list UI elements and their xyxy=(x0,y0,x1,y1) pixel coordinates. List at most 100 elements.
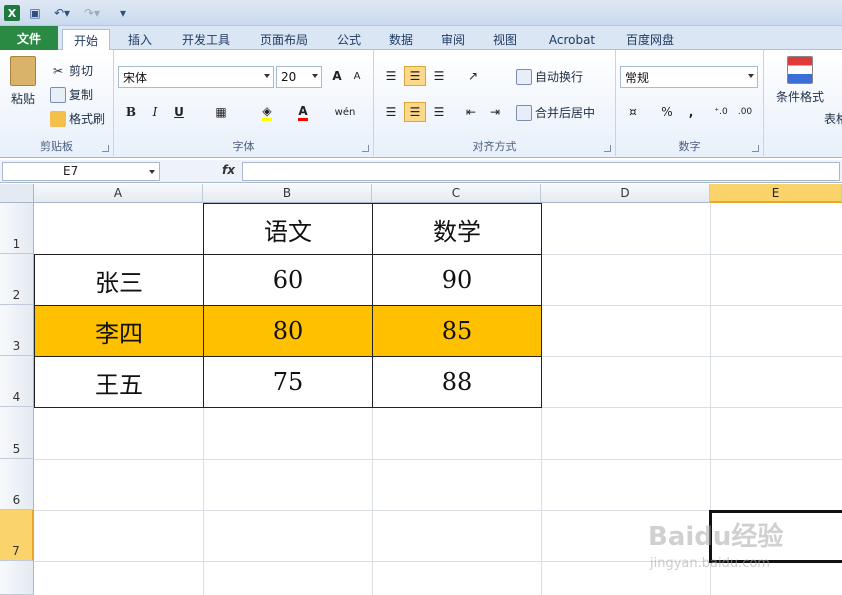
baidu-watermark: Baidu经验 xyxy=(648,522,784,552)
formula-bar: E7 fx xyxy=(0,160,842,183)
row-header-4[interactable]: 4 xyxy=(0,356,34,407)
column-header-b[interactable]: B xyxy=(203,184,372,203)
cell-c2[interactable]: 90 xyxy=(373,255,542,306)
increase-decimal-icon: ⁺.0 xyxy=(714,107,728,117)
paste-label: 粘贴 xyxy=(10,92,35,106)
comma-button[interactable]: , xyxy=(680,102,702,122)
cell-b4[interactable]: 75 xyxy=(204,357,373,408)
copy-button[interactable]: 复制 xyxy=(50,86,93,103)
tab-developer[interactable]: 开发工具 xyxy=(170,29,242,50)
number-group-label: 数字 xyxy=(678,140,701,153)
tab-review[interactable]: 审阅 xyxy=(430,29,476,50)
increase-decimal-button[interactable]: ⁺.0 xyxy=(710,102,732,122)
redo-icon[interactable]: ↷▾ xyxy=(80,4,104,22)
row-header-7[interactable]: 7 xyxy=(0,510,34,561)
cell-c4[interactable]: 88 xyxy=(373,357,542,408)
cell-b3[interactable]: 80 xyxy=(204,306,373,357)
column-header-a[interactable]: A xyxy=(34,184,203,203)
tab-formulas[interactable]: 公式 xyxy=(326,29,372,50)
grow-font-button[interactable]: A xyxy=(326,66,348,86)
increase-indent-button[interactable]: ⇥ xyxy=(484,102,506,122)
paste-icon xyxy=(10,56,36,86)
select-all-corner[interactable] xyxy=(0,184,34,203)
cell-a2[interactable]: 张三 xyxy=(35,255,204,306)
row-header-2[interactable]: 2 xyxy=(0,254,34,305)
cell-b2[interactable]: 60 xyxy=(204,255,373,306)
tab-file[interactable]: 文件 xyxy=(0,26,58,50)
brush-icon xyxy=(50,110,66,127)
align-top-button[interactable]: ☰ xyxy=(380,66,402,86)
column-header-c[interactable]: C xyxy=(372,184,541,203)
font-name-select[interactable]: 宋体 xyxy=(118,66,274,88)
orientation-icon: ↗ xyxy=(467,69,479,83)
insert-function-icon[interactable]: fx xyxy=(222,163,235,177)
font-size-select[interactable]: 20 xyxy=(276,66,322,88)
copy-icon xyxy=(50,86,66,103)
tab-acrobat[interactable]: Acrobat xyxy=(536,29,608,50)
number-format-select[interactable]: 常规 xyxy=(620,66,758,88)
border-button[interactable]: ▦ xyxy=(210,102,232,122)
tab-data[interactable]: 数据 xyxy=(378,29,424,50)
bold-button[interactable]: B xyxy=(120,102,142,122)
border-icon: ▦ xyxy=(215,105,227,119)
tab-insert[interactable]: 插入 xyxy=(116,29,164,50)
name-box[interactable]: E7 xyxy=(2,162,160,181)
table-format-button[interactable]: 表格 xyxy=(824,110,842,127)
percent-button[interactable]: % xyxy=(656,102,678,122)
italic-button[interactable]: I xyxy=(144,102,166,122)
format-painter-button[interactable]: 格式刷 xyxy=(50,110,105,127)
decrease-decimal-button[interactable]: .00 xyxy=(734,102,756,122)
customize-qa-icon[interactable]: ▾ xyxy=(116,4,130,22)
row-header-8[interactable] xyxy=(0,561,34,595)
align-center-button[interactable]: ☰ xyxy=(404,102,426,122)
row-header-6[interactable]: 6 xyxy=(0,459,34,510)
column-header-e[interactable]: E xyxy=(710,184,842,203)
conditional-format-button[interactable]: 条件格式 xyxy=(770,56,830,105)
alignment-group-label: 对齐方式 xyxy=(472,140,517,153)
row-header-5[interactable]: 5 xyxy=(0,407,34,459)
conditional-format-icon xyxy=(787,56,813,84)
tab-baidu-netdisk[interactable]: 百度网盘 xyxy=(614,29,686,50)
cell-b1[interactable]: 语文 xyxy=(204,204,373,255)
excel-logo-icon: X xyxy=(4,5,20,21)
shrink-font-button[interactable]: A xyxy=(346,66,368,86)
cell-a4[interactable]: 王五 xyxy=(35,357,204,408)
row-header-3[interactable]: 3 xyxy=(0,305,34,356)
align-center-icon: ☰ xyxy=(409,105,421,119)
font-launcher-icon[interactable] xyxy=(362,145,369,152)
align-left-button[interactable]: ☰ xyxy=(380,102,402,122)
phonetic-button[interactable]: wén xyxy=(334,102,356,122)
wrap-text-button[interactable]: 自动换行 xyxy=(516,68,583,85)
save-icon[interactable]: ▣ xyxy=(26,4,44,22)
column-header-d[interactable]: D xyxy=(541,184,710,203)
number-launcher-icon[interactable] xyxy=(752,145,759,152)
scissors-icon: ✂ xyxy=(52,63,64,78)
tab-home[interactable]: 开始 xyxy=(62,29,110,51)
currency-icon: ¤ xyxy=(629,105,637,119)
decrease-indent-button[interactable]: ⇤ xyxy=(460,102,482,122)
font-color-button[interactable]: A xyxy=(292,102,314,122)
tab-page-layout[interactable]: 页面布局 xyxy=(248,29,320,50)
cell-c3[interactable]: 85 xyxy=(373,306,542,357)
merge-center-button[interactable]: 合并后居中 xyxy=(516,104,595,121)
undo-icon[interactable]: ↶▾ xyxy=(50,4,74,22)
cell-a3[interactable]: 李四 xyxy=(35,306,204,357)
align-right-button[interactable]: ☰ xyxy=(428,102,450,122)
row-header-1[interactable]: 1 xyxy=(0,203,34,254)
clipboard-launcher-icon[interactable] xyxy=(102,145,109,152)
number-group: 常规 ¤ % , ⁺.0 .00 数字 xyxy=(616,50,764,156)
paste-button[interactable]: 粘贴 xyxy=(6,56,40,107)
merge-center-label: 合并后居中 xyxy=(535,106,596,120)
cut-button[interactable]: ✂ 剪切 xyxy=(50,62,93,79)
fill-color-button[interactable]: ◈ xyxy=(256,102,278,122)
formula-input[interactable] xyxy=(242,162,840,181)
currency-button[interactable]: ¤ xyxy=(622,102,644,122)
tab-view[interactable]: 视图 xyxy=(482,29,528,50)
gridline xyxy=(34,459,842,460)
alignment-launcher-icon[interactable] xyxy=(604,145,611,152)
align-bottom-button[interactable]: ☰ xyxy=(428,66,450,86)
cell-c1[interactable]: 数学 xyxy=(373,204,542,255)
align-middle-button[interactable]: ☰ xyxy=(404,66,426,86)
underline-button[interactable]: U xyxy=(168,102,190,122)
orientation-button[interactable]: ↗ xyxy=(462,66,484,86)
